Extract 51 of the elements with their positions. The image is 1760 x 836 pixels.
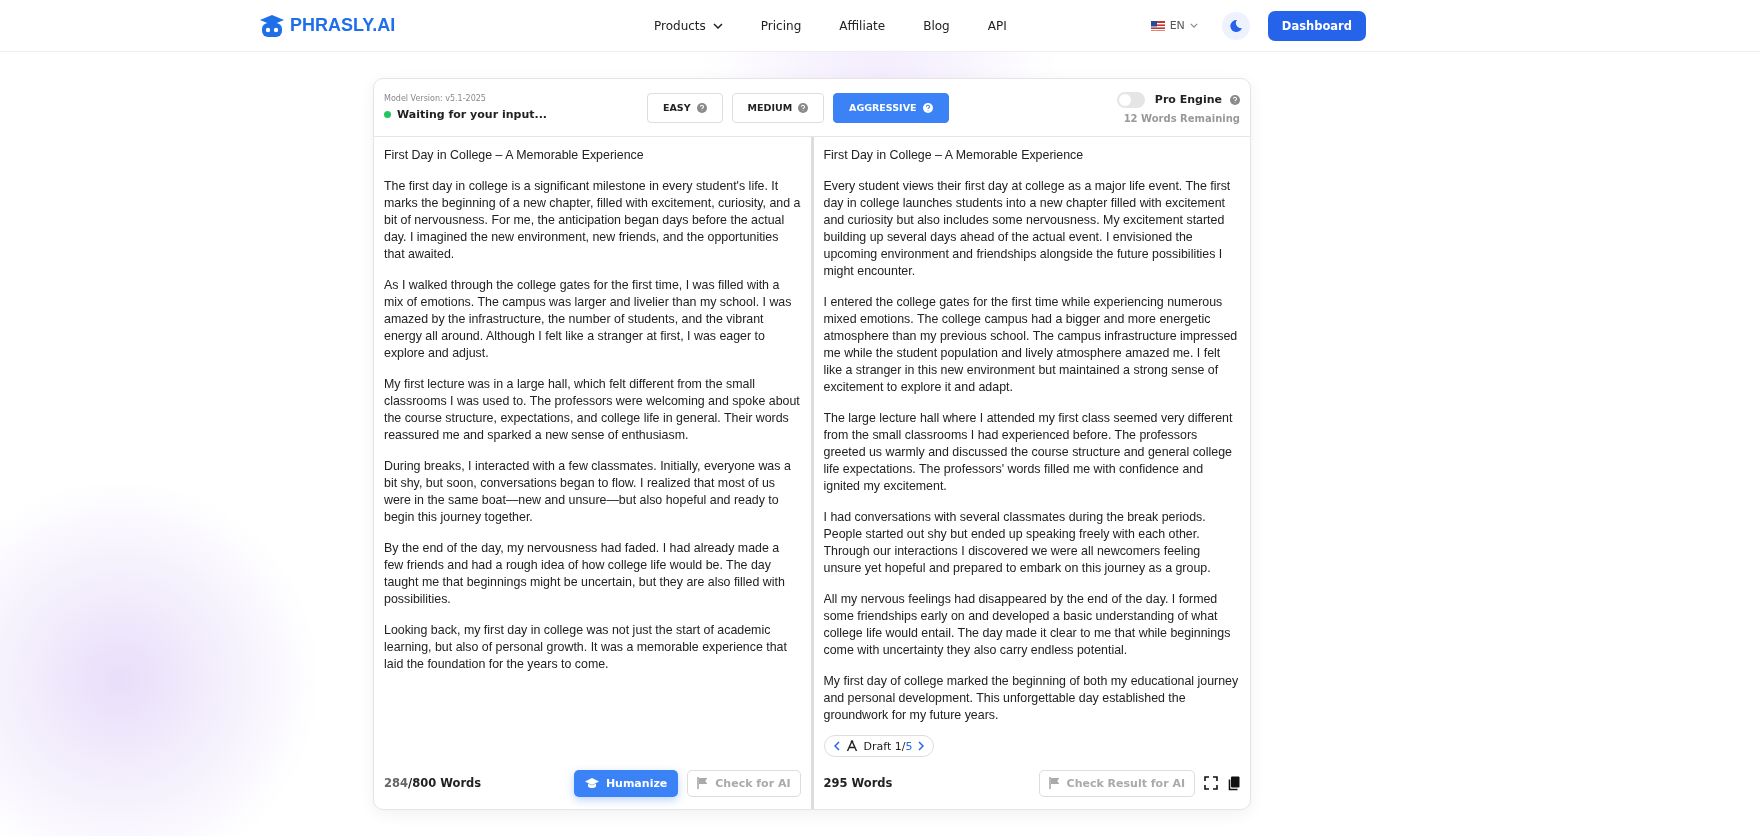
chevron-right-icon: [918, 741, 925, 751]
logo-link[interactable]: PHRASLY.AI: [258, 13, 558, 38]
chevron-left-icon: [833, 741, 840, 751]
flag-icon: [697, 777, 709, 789]
help-icon: [1230, 94, 1240, 105]
input-paragraph: Looking back, my first day in college was not just the start of academic learning, but also of personal growth. It was a memorable experience that laid the foundation for the years to come.: [384, 622, 788, 673]
nav-link[interactable]: Affiliate: [839, 18, 886, 33]
nav-link[interactable]: Pricing: [760, 18, 802, 33]
input-paragraph: As I walked through the college gates for the first time, I was filled with a mix of emotions. The campus was larger and livelier than my school. I was amazed by the infrastructure, the number of students, and the vibrant energy all around. Although I felt like a stranger at first, I was eager to explore and adjust.: [384, 277, 793, 362]
help-icon: [922, 102, 933, 113]
chevron-down-icon: [1189, 23, 1198, 28]
graduation-cap-icon: [584, 777, 599, 789]
output-paragraph: First Day in College – A Memorable Experience: [823, 147, 1085, 164]
nav-link[interactable]: Products: [654, 18, 723, 33]
input-paragraph: First Day in College – A Memorable Experience: [384, 147, 645, 164]
output-paragraph: Every student views their first day at college as a major life event. The first day in college launches students into a new chapter filled with excitement and curiosity but also includes some nervousness. My excitement started building up several days ahead of the actual event. I envisioned the upcoming environment and friendships alongside the future possibilities I might encounter.: [823, 178, 1232, 280]
pro-engine-label: Pro Engine: [1154, 93, 1222, 106]
output-paragraph: All my nervous feelings had disappeared by the end of the day. I formed some friendships early on and developed a basic understanding of what college life would entail. The day made it clear to me that while beginnings come with uncertainty they also carry endless potential.: [823, 591, 1232, 659]
output-paragraph: I had conversations with several classmates during the break periods. People started out shy but ended up speaking freely with each other. Through our interactions I discovered we were all newcomers feeling unsure yet hopeful and prepared to embark on this journey as a group.: [823, 509, 1212, 577]
draft-navigator[interactable]: Draft 1/5: [823, 735, 935, 757]
input-paragraph: During breaks, I interacted with a few classmates. Initially, everyone was a bit shy, but soon, conversations began to flow. I realized that most of us were in the same boat—new and unsure—but also hopeful and ready to begin this journey together.: [384, 458, 792, 526]
status-text: Waiting for your input...: [397, 108, 547, 121]
word-count: 284/800 Words: [384, 776, 482, 790]
model-version-text: Model Version: v5.1-2025: [384, 94, 487, 103]
mode-button[interactable]: MEDIUM: [731, 92, 825, 123]
copy-icon[interactable]: [1227, 775, 1240, 791]
moon-icon: [1228, 18, 1243, 33]
robot-graduate-icon: [258, 13, 286, 38]
mode-button[interactable]: EASY: [647, 92, 723, 123]
mode-button[interactable]: AGGRESSIVE: [833, 92, 949, 123]
fullscreen-icon[interactable]: [1204, 776, 1218, 790]
flag-icon: [1150, 20, 1165, 31]
humanize-button[interactable]: Humanize: [573, 769, 679, 797]
help-icon: [696, 102, 707, 113]
nav-link[interactable]: API: [987, 18, 1007, 33]
input-paragraph: My first lecture was in a large hall, which felt different from the small classrooms I was used to. The professors were welcoming and spoke about the course structure, expectations, and college life in general. Their words reassured me and sparked a new sense of enthusiasm.: [384, 376, 801, 444]
chevron-down-icon: [712, 22, 723, 29]
output-paragraph: I entered the college gates for the first time while experiencing numerous mixed emotions. The college campus had a bigger and more energetic atmosphere than my previous school. The campus infrastructure impressed me while the student population and lively atmosphere amazed me. I felt like a stranger in this new environment but maintained a strong sense of excitement to explore it and adapt.: [823, 294, 1239, 396]
output-paragraph: The large lecture hall where I attended my first class seemed very different from the small classrooms I had experienced before. The professors greeted us warmly and discussed the course structure and general college life expectations. The professors' words filled me with confidence and ignited my excitement.: [823, 410, 1234, 495]
input-paragraph: The first day in college is a significant milestone in every student's life. It marks the beginning of a new chapter, filled with excitement, curiosity, and a bit of nervousness. For me, the anticipation began days before the actual day. I imagined the new environment, new friends, and the opportunities that awaited.: [384, 178, 801, 263]
output-paragraph: My first day of college marked the beginning of both my educational journey and personal development. This unforgettable day established the groundwork for my future years.: [823, 673, 1240, 724]
input-paragraph: By the end of the day, my nervousness had faded. I had already made a few friends and had a rough idea of how college life would be. The day taught me that beginnings might be uncertain, but they are also filled with possibilities.: [384, 540, 786, 608]
help-icon: [798, 102, 809, 113]
flag-icon: [1048, 777, 1060, 789]
language-selector[interactable]: EN: [1144, 18, 1204, 33]
nav-link[interactable]: Blog: [923, 18, 950, 33]
words-remaining-text: 12 Words Remaining: [1123, 112, 1240, 124]
toggle-switch[interactable]: [1116, 91, 1145, 108]
theme-toggle-button[interactable]: [1221, 11, 1250, 40]
dashboard-button[interactable]: Dashboard: [1267, 10, 1366, 41]
word-count: 295 Words: [823, 776, 893, 790]
